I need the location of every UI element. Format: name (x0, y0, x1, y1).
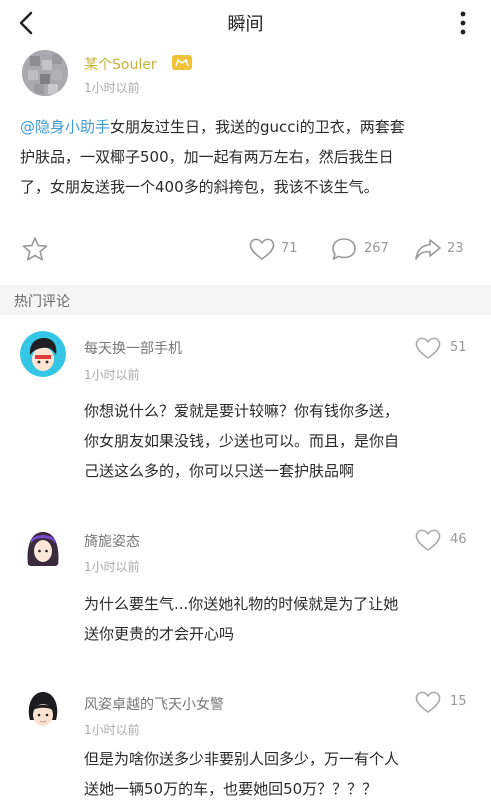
comment-text: 你想说什么？爱就是要计较嘛？你有钱你多送， 你女朋友如果没钱，少送也可以。而且，… (84, 402, 400, 480)
heart-icon[interactable] (248, 236, 276, 262)
commenter-avatar[interactable] (20, 524, 66, 570)
commenter-name[interactable]: 风姿卓越的飞天小女警 (84, 694, 224, 714)
comment-timestamp: 1小时以前 (84, 723, 140, 737)
heart-icon[interactable] (414, 689, 442, 715)
commenter-name[interactable]: 旖旎姿态 (84, 531, 140, 551)
share-arrow-icon[interactable] (413, 236, 443, 262)
comment-timestamp: 1小时以前 (84, 560, 140, 574)
post-timestamp: 1小时以前 (84, 81, 140, 95)
commenter-avatar[interactable] (20, 331, 66, 377)
post-comment-count: 267 (364, 241, 389, 256)
post-share-count: 23 (447, 241, 464, 256)
post-author-avatar[interactable] (22, 50, 68, 96)
section-title: 热门评论 (14, 294, 70, 310)
vip-badge-icon (172, 55, 192, 70)
comment-like-count: 15 (450, 694, 467, 709)
heart-icon[interactable] (414, 527, 442, 553)
page-title: 瞬间 (227, 14, 264, 35)
comment-bubble-icon[interactable] (330, 236, 358, 262)
comment-text: 为什么要生气...你送她礼物的时候就是为了让她 送你更贵的才会开心吗 (84, 595, 399, 643)
vertical-dots-icon[interactable] (457, 8, 469, 38)
mention-link[interactable]: @隐身小助手 (20, 118, 110, 136)
comment-like-count: 46 (450, 532, 467, 547)
post-like-count: 71 (281, 241, 298, 256)
post-author-name[interactable]: 某个Souler (84, 54, 157, 74)
commenter-avatar[interactable] (20, 688, 66, 734)
top-bar: 瞬间 (0, 0, 491, 46)
comment-timestamp: 1小时以前 (84, 368, 140, 382)
post-text: @隐身小助手女朋友过生日，我送的gucci的卫衣，两套套 护肤品，一双椰子500… (20, 118, 405, 196)
comment-text: 但是为啥你送多少非要别人回多少，万一有个人 送她一辆50万的车，也要她回50万？… (84, 750, 400, 798)
heart-icon[interactable] (414, 335, 442, 361)
hot-comments-header: 热门评论 (0, 285, 491, 315)
star-icon[interactable] (22, 236, 48, 262)
commenter-name[interactable]: 每天换一部手机 (84, 338, 182, 358)
comment-like-count: 51 (450, 340, 467, 355)
